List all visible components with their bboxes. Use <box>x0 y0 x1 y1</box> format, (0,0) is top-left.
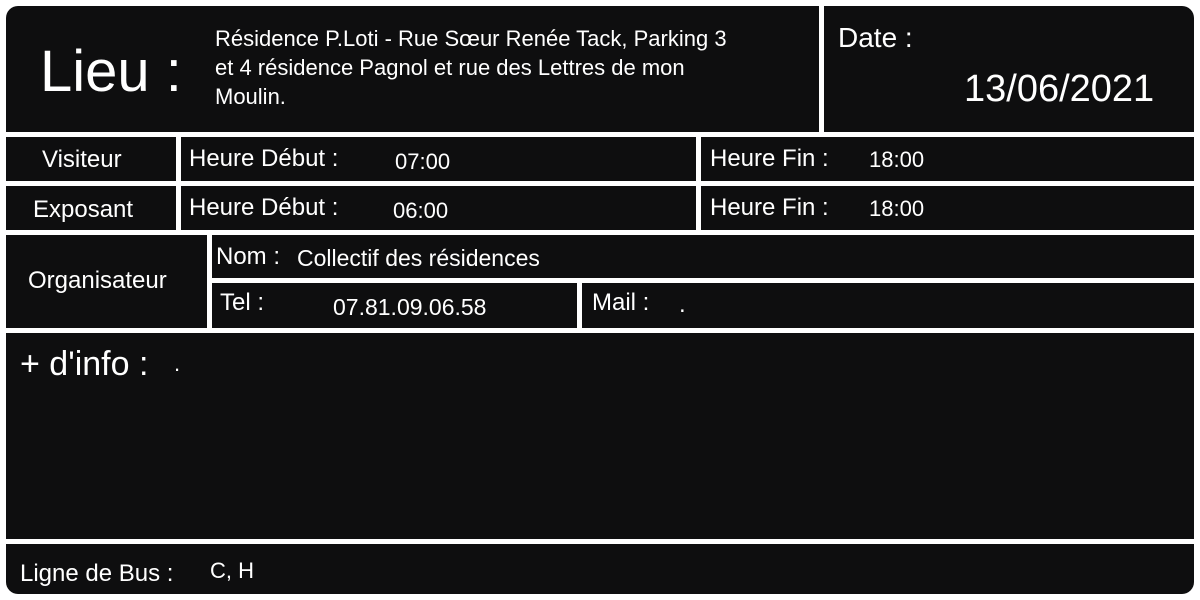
lieu-label: Lieu : <box>40 39 182 104</box>
exposant-label: Exposant <box>33 196 134 223</box>
exposant-label-cell: Exposant <box>6 186 176 230</box>
organisateur-nom-cell: Nom : Collectif des résidences <box>212 235 1194 278</box>
visiteur-fin-cell: Heure Fin : 18:00 <box>701 137 1194 181</box>
organisateur-tel-value: 07.81.09.06.58 <box>333 294 487 320</box>
organisateur-label: Organisateur <box>28 267 167 294</box>
date-value: 13/06/2021 <box>964 68 1155 110</box>
exposant-debut-value: 06:00 <box>393 198 449 223</box>
visiteur-fin-value: 18:00 <box>869 147 925 172</box>
exposant-fin-cell: Heure Fin : 18:00 <box>701 186 1194 230</box>
bus-cell: Ligne de Bus : C, H <box>6 544 1194 594</box>
bus-value: C, H <box>210 558 254 583</box>
visiteur-debut-value: 07:00 <box>395 149 451 174</box>
lieu-address-line-3: Moulin. <box>215 84 286 109</box>
organisateur-mail-cell: Mail : . <box>582 283 1194 328</box>
organisateur-mail-label: Mail : <box>592 289 650 316</box>
exposant-debut-label: Heure Début : <box>189 194 339 221</box>
organisateur-tel-label: Tel : <box>220 289 265 316</box>
visiteur-label-cell: Visiteur <box>6 137 176 181</box>
lieu-address-line-1: Résidence P.Loti - Rue Sœur Renée Tack, … <box>215 26 727 51</box>
organisateur-nom-value: Collectif des résidences <box>297 245 540 271</box>
lieu-address-line-2: et 4 résidence Pagnol et rue des Lettres… <box>215 55 685 80</box>
visiteur-debut-label: Heure Début : <box>189 145 339 172</box>
organisateur-nom-label: Nom : <box>216 243 281 270</box>
date-label: Date : <box>838 22 913 53</box>
bus-label: Ligne de Bus : <box>20 560 174 587</box>
exposant-fin-value: 18:00 <box>869 196 925 221</box>
organisateur-tel-cell: Tel : 07.81.09.06.58 <box>212 283 577 328</box>
lieu-cell: Lieu : Résidence P.Loti - Rue Sœur Renée… <box>6 6 819 132</box>
organisateur-label-cell: Organisateur <box>6 235 207 328</box>
visiteur-debut-cell: Heure Début : 07:00 <box>181 137 696 181</box>
date-cell: Date : 13/06/2021 <box>824 6 1194 132</box>
organisateur-mail-value: . <box>679 291 686 318</box>
event-info-card: Lieu : Résidence P.Loti - Rue Sœur Renée… <box>2 2 1198 598</box>
visiteur-label: Visiteur <box>42 146 122 173</box>
exposant-fin-label: Heure Fin : <box>710 194 829 221</box>
exposant-debut-cell: Heure Début : 06:00 <box>181 186 696 230</box>
info-cell: + d'info : . <box>6 333 1194 539</box>
visiteur-fin-label: Heure Fin : <box>710 145 829 172</box>
info-label: + d'info : <box>20 345 149 383</box>
info-value: . <box>174 351 181 376</box>
